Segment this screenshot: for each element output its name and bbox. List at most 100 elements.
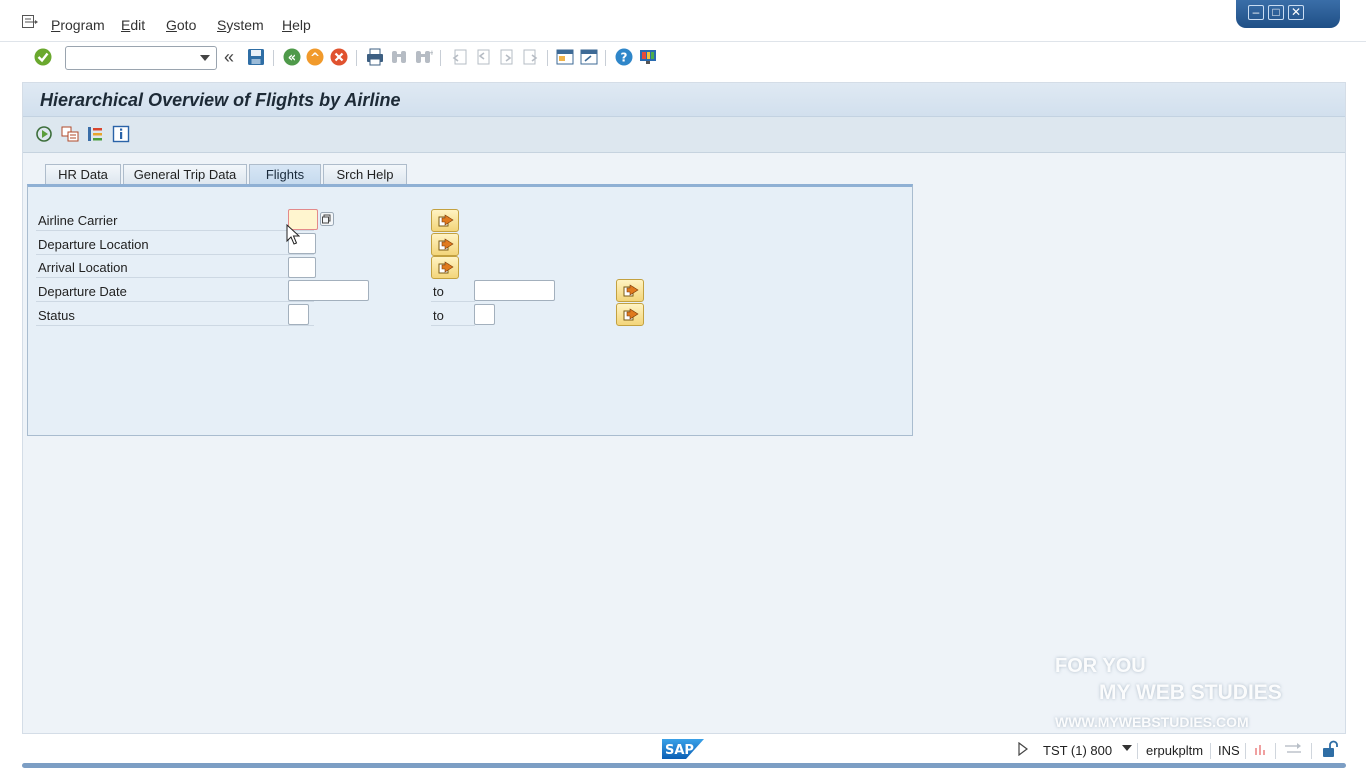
multiple-selection-icon [623, 284, 639, 297]
menu-system[interactable]: System [217, 17, 264, 33]
menu-program-rest: rogram [60, 17, 105, 33]
minimize-icon[interactable]: – [1248, 5, 1264, 20]
lock-icon[interactable] [1322, 740, 1338, 758]
chevron-down-icon[interactable] [1122, 745, 1132, 751]
svg-text:SAP: SAP [665, 743, 694, 758]
multiple-selection-icon [438, 261, 454, 274]
status-separator [1210, 743, 1211, 759]
application-toolbar [23, 117, 1345, 153]
arrival-location-label: Arrival Location [38, 260, 128, 275]
departure-date-to-label: to [433, 284, 444, 299]
status-from-input[interactable] [288, 304, 309, 325]
status-separator [1311, 743, 1312, 759]
label-underline [36, 301, 314, 302]
find-icon[interactable] [389, 47, 409, 67]
status-separator [1137, 743, 1138, 759]
shortcut-icon[interactable] [579, 47, 599, 67]
label-underline [431, 301, 475, 302]
customize-layout-icon[interactable] [638, 47, 658, 67]
user-name: erpukpltm [1146, 743, 1204, 758]
tab-label: HR Data [58, 167, 108, 182]
departure-date-from-input[interactable] [288, 280, 369, 301]
menu-help-rest: elp [292, 17, 311, 33]
status-separator [1245, 743, 1246, 759]
back-icon[interactable]: « [282, 47, 302, 67]
info-icon[interactable] [112, 125, 130, 143]
status-expand-icon[interactable] [1018, 742, 1028, 756]
multiple-selection-icon [438, 214, 454, 227]
close-icon[interactable]: ✕ [1288, 5, 1304, 20]
svg-text:^: ^ [310, 51, 320, 65]
last-page-icon[interactable] [521, 47, 541, 67]
new-session-icon[interactable] [555, 47, 575, 67]
status-to-label: to [433, 308, 444, 323]
label-underline [36, 230, 314, 231]
arrival-location-multiple-selection-button[interactable] [431, 256, 459, 279]
status-label: Status [38, 308, 75, 323]
standard-toolbar: « « ^ + ? [0, 42, 1366, 74]
tab-label: General Trip Data [133, 167, 237, 182]
menu-icon[interactable] [22, 15, 38, 29]
help-icon[interactable]: ? [614, 47, 634, 67]
window-controls: – □ ✕ [1236, 0, 1340, 28]
menu-edit-rest: dit [130, 17, 146, 33]
print-icon[interactable] [365, 47, 385, 67]
maximize-icon[interactable]: □ [1268, 5, 1284, 20]
departure-date-label: Departure Date [38, 284, 127, 299]
find-next-icon[interactable]: + [413, 47, 433, 67]
menu-edit[interactable]: Edit [121, 17, 145, 33]
svg-text:«: « [288, 51, 296, 66]
tab-srch-help[interactable]: Srch Help [323, 164, 407, 185]
tab-flights[interactable]: Flights [249, 164, 321, 185]
menu-program[interactable]: Program [51, 17, 105, 33]
chevron-down-icon[interactable] [200, 55, 210, 61]
svg-text:+: + [429, 49, 433, 57]
svg-text:?: ? [621, 51, 628, 65]
departure-date-to-input[interactable] [474, 280, 555, 301]
insert-mode: INS [1218, 743, 1240, 758]
tab-hr-data[interactable]: HR Data [45, 164, 121, 185]
exit-icon[interactable]: ^ [305, 47, 325, 67]
departure-date-multiple-selection-button[interactable] [616, 279, 644, 302]
flights-tab-panel: Airline Carrier Departure Location Arriv… [27, 184, 913, 436]
label-underline [36, 277, 314, 278]
menu-goto[interactable]: Goto [166, 17, 196, 33]
command-field[interactable] [65, 46, 217, 70]
watermark-line-3: WWW.MYWEBSTUDIES.COM [1055, 714, 1249, 730]
get-variant-icon[interactable] [61, 125, 79, 143]
label-underline [36, 325, 314, 326]
main-screen: Hierarchical Overview of Flights by Airl… [22, 82, 1346, 734]
cancel-icon[interactable] [329, 47, 349, 67]
tab-label: Flights [265, 167, 305, 182]
system-info: TST (1) 800 [1043, 743, 1113, 758]
multiple-selection-icon [438, 238, 454, 251]
watermark-line-2: MY WEB STUDIES [1099, 681, 1282, 704]
airline-carrier-multiple-selection-button[interactable] [431, 209, 459, 232]
menu-system-rest: ystem [226, 17, 264, 33]
value-help-icon[interactable] [320, 212, 334, 226]
performance-icon[interactable] [1253, 742, 1267, 756]
bottom-border [22, 763, 1346, 768]
first-page-icon[interactable] [449, 47, 469, 67]
status-to-input[interactable] [474, 304, 495, 325]
previous-page-icon[interactable] [473, 47, 493, 67]
arrival-location-input[interactable] [288, 257, 316, 278]
next-page-icon[interactable] [497, 47, 517, 67]
departure-location-multiple-selection-button[interactable] [431, 233, 459, 256]
toolbar-separator [440, 50, 441, 66]
status-multiple-selection-button[interactable] [616, 303, 644, 326]
connection-icon[interactable] [1284, 742, 1302, 756]
tab-general-trip-data[interactable]: General Trip Data [123, 164, 247, 185]
sap-logo: SAP [662, 739, 704, 759]
menu-help[interactable]: Help [282, 17, 311, 33]
status-bar: SAP TST (1) 800 erpukpltm INS [0, 736, 1366, 768]
double-chevron-icon[interactable]: « [224, 47, 234, 68]
toolbar-separator [547, 50, 548, 66]
save-icon[interactable] [246, 47, 266, 67]
page-title: Hierarchical Overview of Flights by Airl… [40, 90, 401, 110]
watermark-line-1: FOR YOU [1055, 655, 1146, 677]
enter-icon[interactable] [33, 47, 53, 67]
multiple-selection-icon [623, 308, 639, 321]
selection-options-icon[interactable] [86, 125, 104, 143]
execute-icon[interactable] [35, 125, 53, 143]
